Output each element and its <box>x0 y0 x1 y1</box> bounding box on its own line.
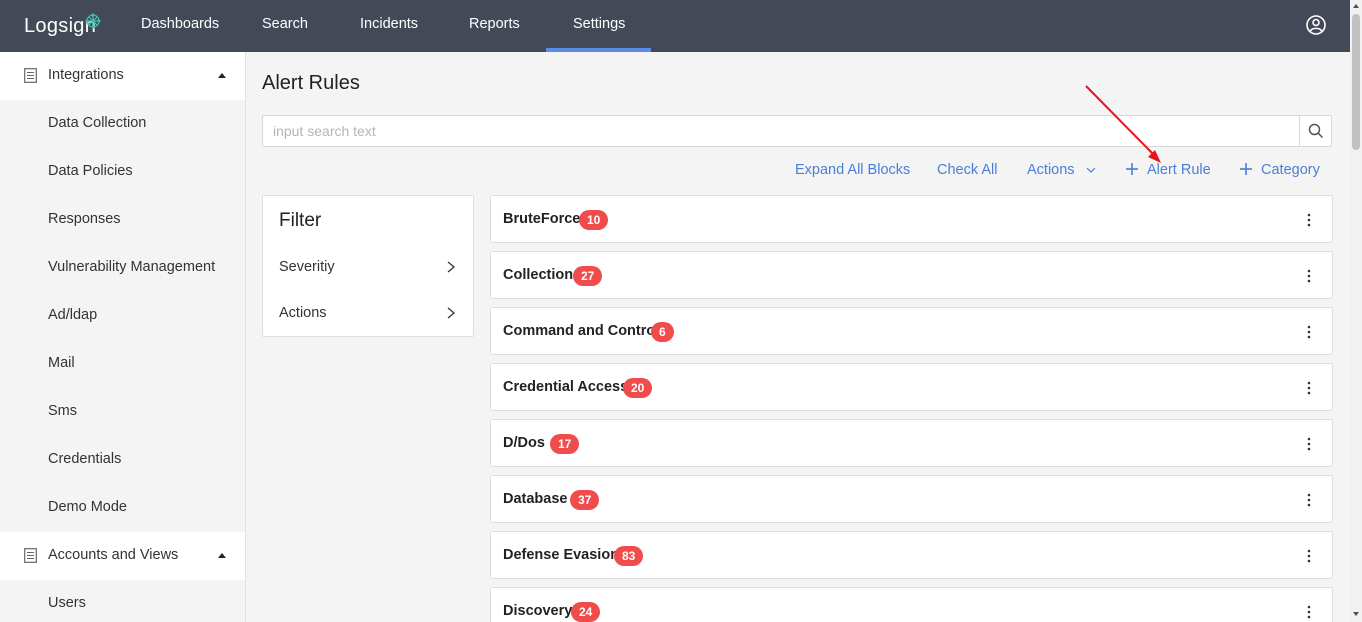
filter-panel: Filter Severitiy Actions <box>262 195 474 337</box>
sidebar-item-vulnerability-management[interactable]: Vulnerability Management <box>48 259 215 275</box>
category-block-credential-access[interactable]: Credential Access 20 <box>490 363 1333 411</box>
settings-sidebar: Integrations Data Collection Data Polici… <box>0 52 246 622</box>
category-block-discovery[interactable]: Discovery 24 <box>490 587 1333 622</box>
more-options-icon[interactable] <box>1307 549 1311 563</box>
filter-severity[interactable]: Severitiy <box>279 259 335 275</box>
sidebar-group-integrations[interactable]: Integrations <box>0 52 245 100</box>
more-options-icon[interactable] <box>1307 381 1311 395</box>
category-name: BruteForce <box>503 211 581 227</box>
scroll-down-arrow-icon[interactable] <box>1352 610 1360 618</box>
actions-dropdown[interactable]: Actions <box>1027 162 1096 178</box>
category-name: Discovery <box>503 603 573 619</box>
page-title: Alert Rules <box>262 72 360 94</box>
sidebar-item-data-policies[interactable]: Data Policies <box>48 163 133 179</box>
chevron-down-icon <box>1086 167 1096 174</box>
list-icon <box>24 68 37 83</box>
scroll-up-arrow-icon[interactable] <box>1352 2 1360 10</box>
nav-incidents[interactable]: Incidents <box>333 0 445 52</box>
more-options-icon[interactable] <box>1307 269 1311 283</box>
category-name: Database <box>503 491 568 507</box>
category-block-collection[interactable]: Collection 27 <box>490 251 1333 299</box>
sidebar-item-data-collection[interactable]: Data Collection <box>48 115 146 131</box>
nav-dashboards[interactable]: Dashboards <box>114 0 246 52</box>
sidebar-item-demo-mode[interactable]: Demo Mode <box>48 499 127 515</box>
rule-count-badge: 27 <box>573 266 603 286</box>
filter-title: Filter <box>279 210 322 231</box>
category-name: Defense Evasion <box>503 547 620 563</box>
plus-icon[interactable] <box>1240 163 1252 175</box>
category-block-bruteforce[interactable]: BruteForce 10 <box>490 195 1333 243</box>
top-nav-bar: Logsign Dashboards Search Incidents Repo… <box>0 0 1350 52</box>
more-options-icon[interactable] <box>1307 437 1311 451</box>
sidebar-item-ad-ldap[interactable]: Ad/ldap <box>48 307 97 323</box>
filter-actions[interactable]: Actions <box>279 305 327 321</box>
add-alert-rule-button[interactable]: Alert Rule <box>1147 162 1211 178</box>
search-input[interactable] <box>263 116 1301 146</box>
chevron-up-icon[interactable] <box>217 551 227 559</box>
more-options-icon[interactable] <box>1307 493 1311 507</box>
nav-reports[interactable]: Reports <box>442 0 547 52</box>
add-category-button[interactable]: Category <box>1261 162 1320 178</box>
user-account-icon[interactable] <box>1305 14 1327 36</box>
expand-all-blocks-link[interactable]: Expand All Blocks <box>795 162 910 178</box>
scrollbar-thumb[interactable] <box>1352 14 1360 150</box>
sidebar-item-mail[interactable]: Mail <box>48 355 75 371</box>
rule-count-badge: 6 <box>651 322 674 342</box>
category-name: Credential Access <box>503 379 629 395</box>
plus-icon[interactable] <box>1126 163 1138 175</box>
category-name: Collection <box>503 267 574 283</box>
sidebar-item-credentials[interactable]: Credentials <box>48 451 121 467</box>
sidebar-item-sms[interactable]: Sms <box>48 403 77 419</box>
chevron-right-icon[interactable] <box>447 261 455 273</box>
more-options-icon[interactable] <box>1307 605 1311 619</box>
list-icon <box>24 548 37 563</box>
search-button[interactable] <box>1299 116 1331 146</box>
category-name: Command and Control <box>503 323 660 339</box>
page-scrollbar[interactable] <box>1350 0 1362 622</box>
rule-count-badge: 83 <box>614 546 644 566</box>
category-name: D/Dos <box>503 435 545 451</box>
sidebar-item-responses[interactable]: Responses <box>48 211 121 227</box>
more-options-icon[interactable] <box>1307 325 1311 339</box>
logo-network-icon <box>85 13 101 29</box>
sidebar-group-label: Integrations <box>48 67 124 83</box>
rule-count-badge: 24 <box>571 602 601 622</box>
nav-search[interactable]: Search <box>235 0 335 52</box>
search-box <box>262 115 1332 147</box>
chevron-up-icon[interactable] <box>217 71 227 79</box>
nav-settings[interactable]: Settings <box>546 0 651 52</box>
rule-count-badge: 17 <box>550 434 580 454</box>
search-icon <box>1308 123 1324 139</box>
rule-count-badge: 37 <box>570 490 600 510</box>
more-options-icon[interactable] <box>1307 213 1311 227</box>
rule-count-badge: 10 <box>579 210 609 230</box>
sidebar-group-label: Accounts and Views <box>48 547 179 563</box>
chevron-right-icon[interactable] <box>447 307 455 319</box>
category-block-defense-evasion[interactable]: Defense Evasion 83 <box>490 531 1333 579</box>
sidebar-item-users[interactable]: Users <box>48 595 86 611</box>
category-block-database[interactable]: Database 37 <box>490 475 1333 523</box>
sidebar-group-accounts-and-views[interactable]: Accounts and Views <box>0 532 245 580</box>
category-block-ddos[interactable]: D/Dos 17 <box>490 419 1333 467</box>
category-block-command-and-control[interactable]: Command and Control 6 <box>490 307 1333 355</box>
rule-count-badge: 20 <box>623 378 653 398</box>
check-all-link[interactable]: Check All <box>937 162 997 178</box>
